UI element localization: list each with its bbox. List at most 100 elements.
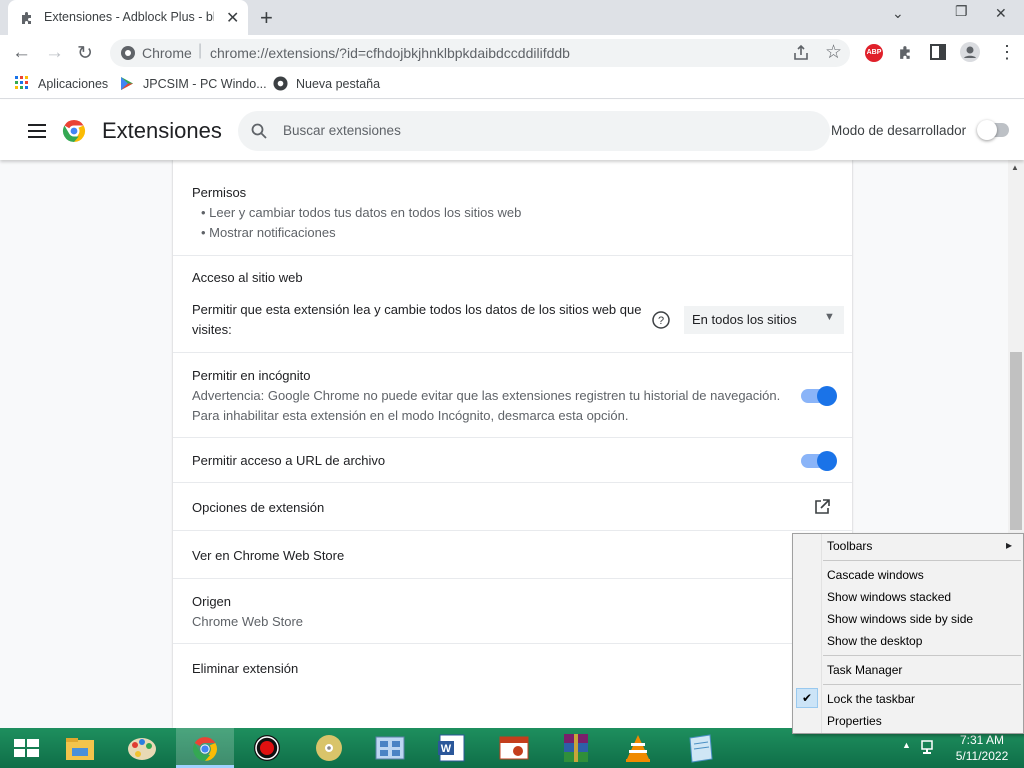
menu-item-stacked[interactable]: Show windows stacked: [827, 590, 951, 604]
help-icon[interactable]: ?: [652, 311, 670, 329]
file-access-section: Permitir acceso a URL de archivo: [173, 438, 852, 483]
hamburger-menu-icon[interactable]: [28, 124, 46, 138]
reload-button[interactable]: ↻: [77, 42, 93, 65]
notepad-icon[interactable]: [678, 732, 722, 764]
menu-item-properties[interactable]: Properties: [827, 714, 882, 728]
bookmark-aplicaciones[interactable]: Aplicaciones: [38, 77, 108, 91]
play-store-icon: [121, 77, 133, 90]
dropdown-arrow-icon: ▼: [824, 311, 835, 323]
dev-mode-label: Modo de desarrollador: [831, 123, 967, 138]
incognito-section: Permitir en incógnito Advertencia: Googl…: [173, 353, 852, 438]
remove-extension-row[interactable]: Eliminar extensión: [173, 644, 852, 692]
site-access-value: En todos los sitios: [692, 312, 797, 327]
vlc-icon[interactable]: [616, 732, 660, 764]
tab-title: Extensiones - Adblock Plus - blo: [44, 10, 214, 24]
tab-extensions[interactable]: Extensiones - Adblock Plus - blo ✕: [8, 0, 248, 35]
search-input[interactable]: Buscar extensiones: [238, 111, 830, 151]
windows-start-icon[interactable]: [4, 732, 48, 764]
site-access-description-2: visites:: [192, 322, 232, 337]
tab-search-button[interactable]: ⌄: [892, 5, 904, 22]
permissions-section: Permisos • Leer y cambiar todos tus dato…: [173, 160, 852, 256]
origin-title: Origen: [192, 594, 232, 609]
menu-item-lock-taskbar[interactable]: Lock the taskbar: [827, 692, 915, 706]
origin-value: Chrome Web Store: [192, 614, 304, 629]
remove-extension-label: Eliminar extensión: [192, 661, 299, 676]
svg-text:?: ?: [658, 315, 664, 327]
origin-section: Origen Chrome Web Store: [173, 579, 852, 644]
bookmark-jpcsim[interactable]: JPCSIM - PC Windo...: [143, 77, 267, 91]
checkmark-icon: ✔: [796, 688, 818, 708]
site-access-section: Acceso al sitio web Permitir que esta ex…: [173, 256, 852, 353]
disc-icon[interactable]: [307, 732, 351, 764]
clock-time: 7:31 AM: [959, 733, 1005, 747]
adblock-plus-icon[interactable]: ABP: [865, 44, 883, 62]
search-placeholder: Buscar extensiones: [283, 123, 401, 138]
incognito-toggle[interactable]: [801, 386, 837, 406]
extensions-puzzle-icon[interactable]: [898, 44, 915, 61]
show-hidden-icons-icon[interactable]: ▲: [902, 740, 911, 750]
record-icon[interactable]: [245, 732, 289, 764]
scroll-up-icon[interactable]: ▲: [1011, 163, 1019, 172]
taskbar-clock[interactable]: 7:31 AM 5/11/2022: [942, 732, 1022, 764]
site-access-select[interactable]: En todos los sitios ▼: [684, 306, 844, 334]
url-text[interactable]: chrome://extensions/?id=cfhdojbkjhnklbpk…: [210, 45, 570, 61]
new-tab-button[interactable]: +: [260, 5, 273, 31]
site-access-description: Permitir que esta extensión lea y cambie…: [192, 302, 642, 317]
back-button[interactable]: ←: [12, 42, 31, 64]
url-separator: |: [198, 42, 203, 59]
chrome-logo-icon: [62, 120, 86, 142]
extension-details-card: Permisos • Leer y cambiar todos tus dato…: [173, 160, 852, 728]
taskbar-context-menu: Toolbars ▸ Cascade windows Show windows …: [792, 533, 1024, 734]
chrome-icon: [273, 76, 288, 91]
webstore-row[interactable]: Ver en Chrome Web Store: [173, 531, 852, 579]
bookmark-star-icon[interactable]: ☆: [825, 41, 842, 64]
apps-grid-icon: [15, 76, 28, 89]
permissions-title: Permisos: [192, 185, 247, 200]
clock-date: 5/11/2022: [955, 749, 1009, 763]
menu-item-side-by-side[interactable]: Show windows side by side: [827, 612, 973, 626]
forward-button[interactable]: →: [45, 42, 64, 64]
search-icon: [251, 123, 267, 139]
menu-item-toolbars[interactable]: Toolbars: [827, 539, 872, 553]
share-icon[interactable]: [792, 44, 810, 62]
permission-item: • Leer y cambiar todos tus datos en todo…: [201, 205, 522, 220]
address-bar[interactable]: Chrome | chrome://extensions/?id=cfhdojb…: [110, 39, 850, 67]
bookmark-nueva-pestana[interactable]: Nueva pestaña: [296, 77, 380, 91]
tab-close-button[interactable]: ✕: [226, 8, 239, 28]
restore-button[interactable]: ❐: [955, 3, 968, 20]
taskbar: W ▲: [0, 728, 1024, 768]
site-chip: Chrome: [142, 45, 192, 61]
page-title: Extensiones: [102, 118, 222, 143]
permission-item: • Mostrar notificaciones: [201, 225, 336, 240]
menu-item-cascade[interactable]: Cascade windows: [827, 568, 924, 582]
extension-options-label: Opciones de extensión: [192, 500, 325, 515]
menu-item-task-manager[interactable]: Task Manager: [827, 663, 902, 677]
extension-options-row[interactable]: Opciones de extensión: [173, 483, 852, 531]
paint-icon[interactable]: [120, 732, 164, 764]
close-window-button[interactable]: ✕: [995, 5, 1007, 22]
winrar-icon[interactable]: [554, 732, 598, 764]
webstore-label: Ver en Chrome Web Store: [192, 548, 345, 563]
puzzle-icon: [22, 12, 31, 24]
file-access-toggle[interactable]: [801, 451, 837, 471]
chrome-icon: [121, 46, 135, 60]
chrome-menu-icon[interactable]: ⋮: [998, 42, 1016, 63]
word-icon[interactable]: W: [430, 732, 474, 764]
scrollbar-thumb[interactable]: [1010, 352, 1022, 530]
side-panel-icon[interactable]: [930, 44, 946, 60]
menu-item-show-desktop[interactable]: Show the desktop: [827, 634, 922, 648]
incognito-warning: Advertencia: Google Chrome no puede evit…: [192, 388, 781, 403]
chrome-taskbar-active[interactable]: [176, 728, 234, 768]
dev-mode-toggle[interactable]: [977, 120, 1009, 140]
file-explorer-icon[interactable]: [58, 732, 102, 764]
presentation-icon[interactable]: [492, 732, 536, 764]
svg-text:W: W: [441, 743, 452, 755]
open-in-new-icon[interactable]: [814, 499, 830, 515]
incognito-title: Permitir en incógnito: [192, 368, 311, 383]
chrome-icon: [193, 737, 217, 761]
profile-icon[interactable]: [960, 42, 980, 62]
control-panel-icon[interactable]: [368, 732, 412, 764]
file-access-title: Permitir acceso a URL de archivo: [192, 453, 386, 468]
network-icon[interactable]: [920, 739, 938, 757]
incognito-warning-2: Para inhabilitar esta extensión en el mo…: [192, 408, 629, 423]
